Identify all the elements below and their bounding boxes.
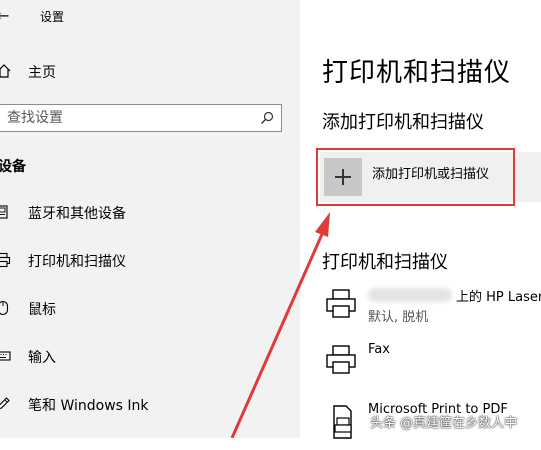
sidebar-item-label: 笔和 Windows Ink [28, 398, 149, 414]
sidebar-item-label: 打印机和扫描仪 [28, 254, 126, 270]
watermark: 头条 @真建筐在乡数人中 [370, 416, 518, 431]
sidebar-item-home[interactable]: 主页 [0, 56, 300, 86]
back-arrow-icon[interactable]: ← [0, 4, 9, 28]
search-box[interactable] [0, 104, 282, 132]
sidebar-item-bluetooth[interactable]: 蓝牙和其他设备 [0, 195, 300, 229]
keyboard-icon [0, 351, 11, 361]
main-content: 打印机和扫描仪 添加打印机和扫描仪 添加打印机或扫描仪 打印机和扫描仪 上的 H… [300, 0, 541, 439]
section-title: 设备 [0, 159, 26, 175]
sidebar-item-label: 输入 [28, 350, 56, 366]
sidebar-item-pen[interactable]: 笔和 Windows Ink [0, 387, 300, 421]
home-icon [0, 64, 11, 78]
pen-icon [0, 397, 10, 410]
add-section-title: 添加打印机和扫描仪 [322, 112, 484, 133]
redacted-name [368, 288, 452, 302]
highlight-box [316, 148, 515, 206]
printer-icon [326, 345, 356, 374]
sidebar-item-typing[interactable]: 输入 [0, 339, 300, 373]
printers-heading: 打印机和扫描仪 [322, 252, 448, 273]
title-bar: ← 设置 [0, 0, 300, 32]
search-input[interactable] [7, 108, 247, 128]
printer-icon [326, 289, 356, 318]
printer-name: 上的 HP Laser [456, 290, 541, 305]
printer-name: Fax [368, 342, 390, 357]
printer-status: 默认, 脱机 [368, 310, 429, 325]
sidebar-item-label: 鼠标 [28, 302, 56, 318]
mouse-icon [0, 300, 9, 316]
page-title: 打印机和扫描仪 [322, 58, 512, 88]
sidebar-item-printers[interactable]: 打印机和扫描仪 [0, 243, 300, 277]
printer-icon [0, 252, 11, 268]
printer-item-fax[interactable]: Fax [320, 340, 541, 390]
sidebar-item-label: 蓝牙和其他设备 [28, 206, 126, 222]
sidebar: ← 设置 主页 设备 蓝牙和其他设备 打印机和扫描仪 [0, 0, 300, 438]
sidebar-item-mouse[interactable]: 鼠标 [0, 291, 300, 325]
search-icon[interactable] [260, 111, 274, 125]
app-title: 设置 [40, 10, 65, 24]
bluetooth-devices-icon [0, 205, 8, 219]
pdf-printer-icon [333, 405, 352, 439]
home-label: 主页 [28, 65, 56, 81]
printer-item-hp[interactable]: 上的 HP Laser 默认, 脱机 [320, 284, 541, 334]
